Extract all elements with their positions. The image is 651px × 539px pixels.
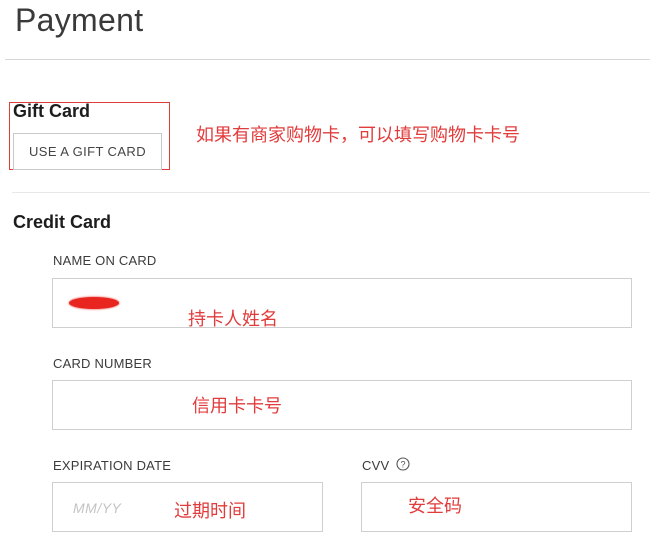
- name-on-card-input[interactable]: [52, 278, 632, 328]
- cvv-input[interactable]: [361, 482, 632, 532]
- svg-text:?: ?: [400, 460, 405, 470]
- cvv-annotation: 安全码: [408, 496, 462, 517]
- gift-card-annotation: 如果有商家购物卡，可以填写购物卡卡号: [196, 125, 520, 146]
- expiration-date-placeholder: MM/YY: [73, 500, 122, 516]
- expiration-date-label: EXPIRATION DATE: [53, 458, 172, 473]
- divider: [12, 192, 650, 193]
- name-on-card-annotation: 持卡人姓名: [188, 309, 278, 330]
- redaction-mark: [69, 297, 119, 309]
- name-on-card-label: NAME ON CARD: [53, 253, 157, 268]
- divider: [5, 59, 650, 60]
- card-number-label: CARD NUMBER: [53, 356, 152, 371]
- question-circle-icon[interactable]: ?: [396, 457, 410, 471]
- page-title: Payment: [15, 2, 144, 38]
- cvv-label: CVV: [362, 458, 390, 473]
- credit-card-title: Credit Card: [13, 212, 112, 232]
- expiration-date-annotation: 过期时间: [174, 501, 246, 522]
- card-number-annotation: 信用卡卡号: [192, 396, 282, 417]
- gift-card-title: Gift Card: [13, 101, 91, 121]
- card-number-input[interactable]: [52, 380, 632, 430]
- use-gift-card-button[interactable]: USE A GIFT CARD: [13, 133, 162, 170]
